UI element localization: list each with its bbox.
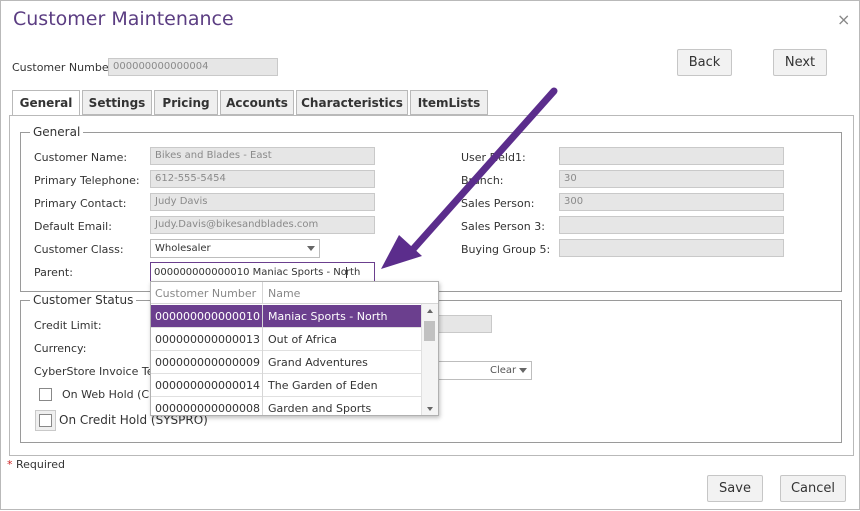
- customer-maintenance-dialog: Customer Maintenance × Customer Number: …: [0, 0, 860, 510]
- cancel-button[interactable]: Cancel: [780, 475, 846, 502]
- save-button[interactable]: Save: [707, 475, 763, 502]
- arrow-shaft: [403, 87, 558, 260]
- callout-arrow: [381, 87, 558, 269]
- required-note: * Required: [7, 458, 65, 471]
- arrow-head: [381, 235, 422, 269]
- required-label: Required: [12, 458, 65, 471]
